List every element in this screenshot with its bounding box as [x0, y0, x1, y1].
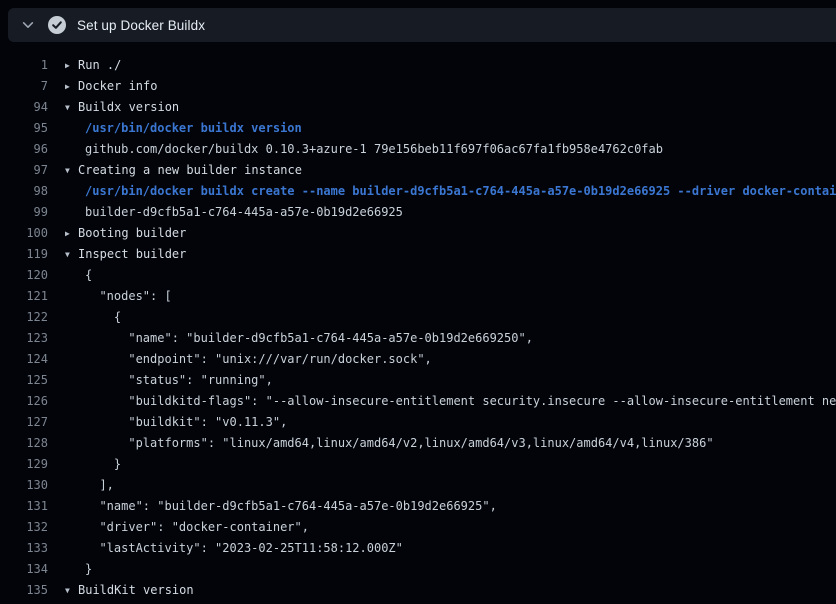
line-number[interactable]: 127	[0, 412, 48, 433]
group-title: Booting builder	[78, 223, 186, 244]
line-number[interactable]: 131	[0, 496, 48, 517]
chevron-down-icon[interactable]	[21, 18, 35, 32]
check-circle-icon	[48, 16, 66, 34]
line-number[interactable]: 7	[0, 76, 48, 97]
line-number[interactable]: 135	[0, 580, 48, 601]
log-line: 131 "name": "builder-d9cfb5a1-c764-445a-…	[0, 496, 836, 517]
log-container: 1▶Run ./7▶Docker info94▼Buildx version95…	[0, 42, 836, 604]
line-number[interactable]: 99	[0, 202, 48, 223]
output-text: }	[85, 559, 92, 580]
log-line[interactable]: 7 ▶Docker info	[0, 76, 836, 97]
disclosure-triangle-icon: ▼	[65, 97, 78, 118]
output-text: {	[85, 265, 92, 286]
output-text: "buildkitd-flags": "--allow-insecure-ent…	[85, 391, 836, 412]
disclosure-triangle-icon: ▼	[65, 160, 78, 181]
output-text: "platforms": "linux/amd64,linux/amd64/v2…	[85, 433, 714, 454]
line-number[interactable]: 130	[0, 475, 48, 496]
output-text: "nodes": [	[85, 286, 172, 307]
group-title: Docker info	[78, 76, 157, 97]
disclosure-triangle-icon: ▶	[65, 76, 78, 97]
log-line[interactable]: 100 ▶Booting builder	[0, 223, 836, 244]
line-number[interactable]: 126	[0, 391, 48, 412]
output-text: "driver": "docker-container",	[85, 517, 309, 538]
line-number[interactable]: 98	[0, 181, 48, 202]
line-number[interactable]: 134	[0, 559, 48, 580]
log-line: 122 {	[0, 307, 836, 328]
line-number[interactable]: 119	[0, 244, 48, 265]
output-text: "name": "builder-d9cfb5a1-c764-445a-a57e…	[85, 496, 497, 517]
output-text: "status": "running",	[85, 370, 273, 391]
line-number[interactable]: 133	[0, 538, 48, 559]
log-line: 121 "nodes": [	[0, 286, 836, 307]
log-line: 129 }	[0, 454, 836, 475]
line-number[interactable]: 120	[0, 265, 48, 286]
line-number[interactable]: 95	[0, 118, 48, 139]
step-title: Set up Docker Buildx	[77, 18, 205, 33]
line-number[interactable]: 97	[0, 160, 48, 181]
disclosure-triangle-icon: ▼	[65, 244, 78, 265]
log-line: 127 "buildkit": "v0.11.3",	[0, 412, 836, 433]
step-header[interactable]: Set up Docker Buildx	[8, 8, 836, 42]
line-number[interactable]: 96	[0, 139, 48, 160]
log-line: 96 github.com/docker/buildx 0.10.3+azure-…	[0, 139, 836, 160]
group-title: Run ./	[78, 55, 121, 76]
log-line: 123 "name": "builder-d9cfb5a1-c764-445a-…	[0, 328, 836, 349]
log-line: 128 "platforms": "linux/amd64,linux/amd6…	[0, 433, 836, 454]
line-number[interactable]: 128	[0, 433, 48, 454]
log-line[interactable]: 135 ▼BuildKit version	[0, 580, 836, 601]
log-line[interactable]: 1 ▶Run ./	[0, 55, 836, 76]
output-text: ],	[85, 475, 114, 496]
output-text: "lastActivity": "2023-02-25T11:58:12.000…	[85, 538, 403, 559]
group-title: BuildKit version	[78, 580, 194, 601]
log-line: 125 "status": "running",	[0, 370, 836, 391]
line-number[interactable]: 132	[0, 517, 48, 538]
log-line: 126 "buildkitd-flags": "--allow-insecure…	[0, 391, 836, 412]
log-line[interactable]: 97 ▼Creating a new builder instance	[0, 160, 836, 181]
log-line: 133 "lastActivity": "2023-02-25T11:58:12…	[0, 538, 836, 559]
line-number[interactable]: 122	[0, 307, 48, 328]
log-line[interactable]: 94 ▼Buildx version	[0, 97, 836, 118]
line-number[interactable]: 1	[0, 55, 48, 76]
disclosure-triangle-icon: ▶	[65, 223, 78, 244]
line-number[interactable]: 121	[0, 286, 48, 307]
output-text: "name": "builder-d9cfb5a1-c764-445a-a57e…	[85, 328, 533, 349]
output-text: {	[85, 307, 121, 328]
log-line[interactable]: 119 ▼Inspect builder	[0, 244, 836, 265]
line-number[interactable]: 94	[0, 97, 48, 118]
log-line: 120 {	[0, 265, 836, 286]
output-text: "buildkit": "v0.11.3",	[85, 412, 287, 433]
log-line: 95/usr/bin/docker buildx version	[0, 118, 836, 139]
group-title: Creating a new builder instance	[78, 160, 302, 181]
line-number[interactable]: 129	[0, 454, 48, 475]
line-number[interactable]: 124	[0, 349, 48, 370]
line-number[interactable]: 100	[0, 223, 48, 244]
command-text: /usr/bin/docker buildx create --name bui…	[85, 181, 836, 202]
output-text: "endpoint": "unix:///var/run/docker.sock…	[85, 349, 432, 370]
log-line: 99 builder-d9cfb5a1-c764-445a-a57e-0b19d2…	[0, 202, 836, 223]
group-title: Inspect builder	[78, 244, 186, 265]
output-text: github.com/docker/buildx 0.10.3+azure-1 …	[85, 139, 663, 160]
group-title: Buildx version	[78, 97, 179, 118]
command-text: /usr/bin/docker buildx version	[85, 118, 302, 139]
log-line: 130 ],	[0, 475, 836, 496]
output-text: builder-d9cfb5a1-c764-445a-a57e-0b19d2e6…	[85, 202, 403, 223]
disclosure-triangle-icon: ▼	[65, 580, 78, 601]
log-line: 98/usr/bin/docker buildx create --name b…	[0, 181, 836, 202]
line-number[interactable]: 125	[0, 370, 48, 391]
line-number[interactable]: 123	[0, 328, 48, 349]
log-line: 124 "endpoint": "unix:///var/run/docker.…	[0, 349, 836, 370]
disclosure-triangle-icon: ▶	[65, 55, 78, 76]
output-text: }	[85, 454, 121, 475]
log-line: 132 "driver": "docker-container",	[0, 517, 836, 538]
log-line: 134}	[0, 559, 836, 580]
